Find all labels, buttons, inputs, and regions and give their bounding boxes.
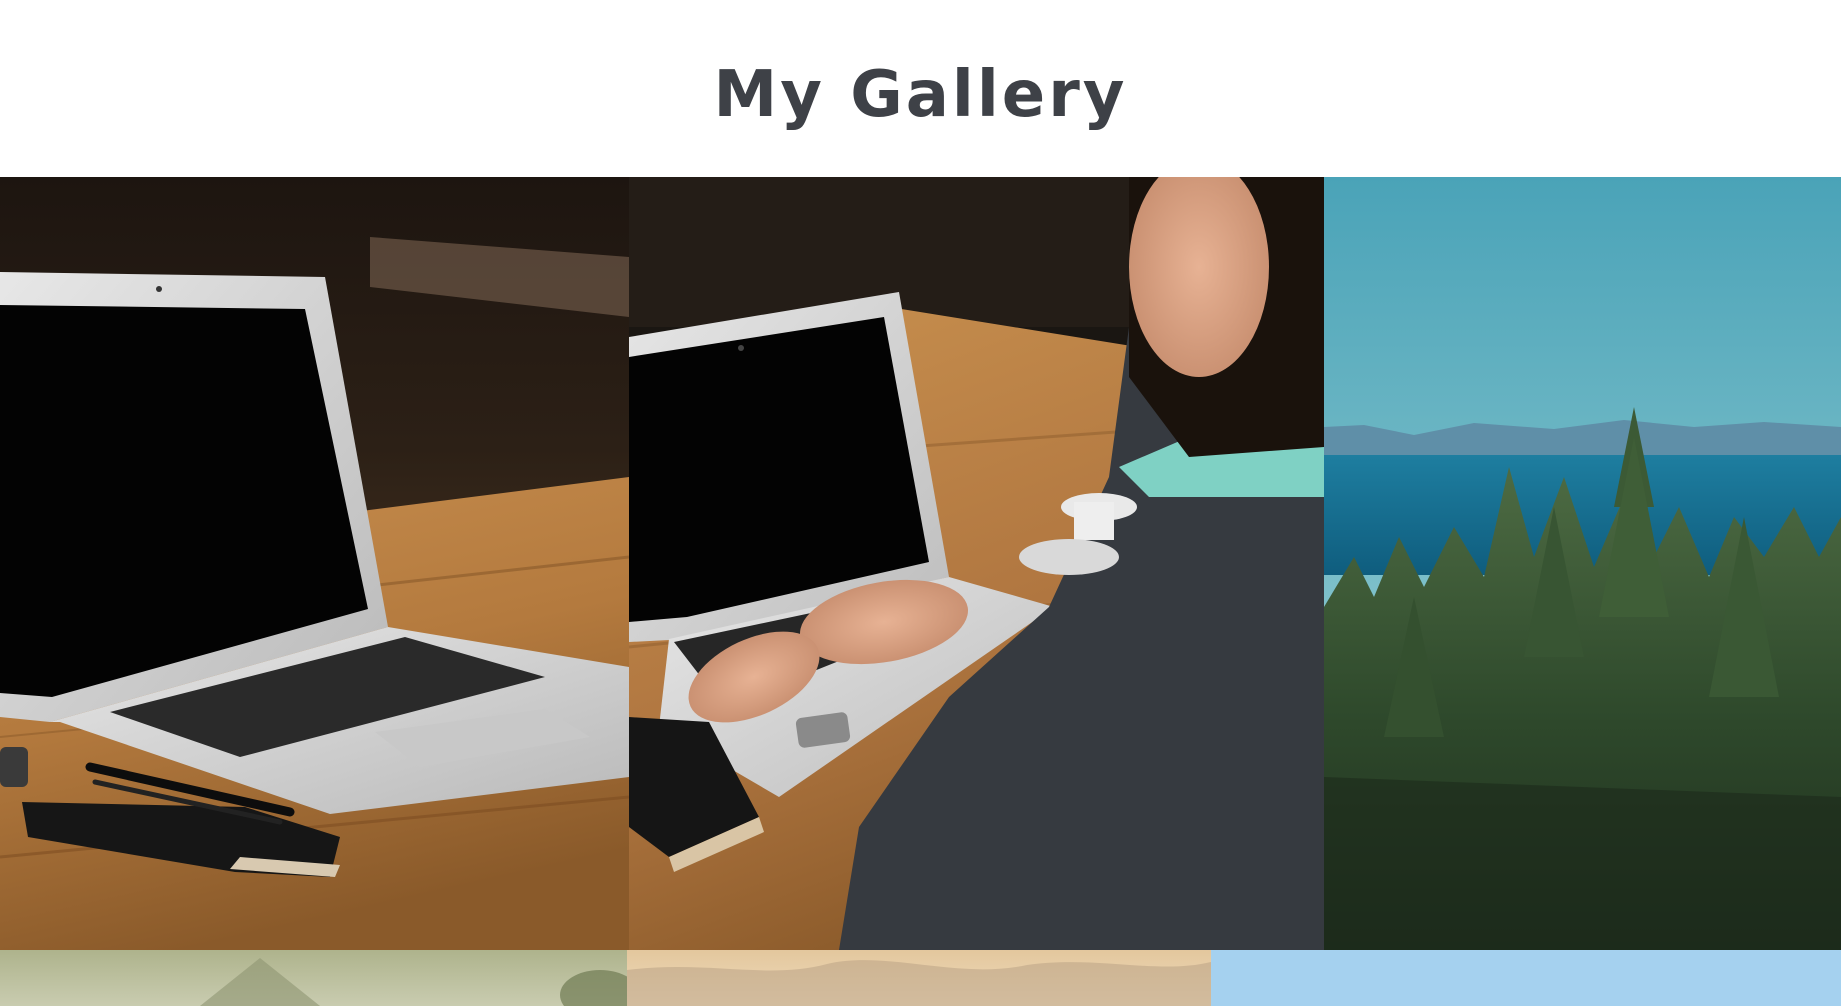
page-title: My Gallery xyxy=(713,58,1128,132)
gallery-photo-laptop[interactable] xyxy=(0,177,629,950)
gallery-photo-person-typing[interactable] xyxy=(629,177,1324,950)
gallery-photo-hazy-hills[interactable] xyxy=(0,950,627,1006)
person-typing-photo-image xyxy=(629,177,1324,950)
gallery-photo-sunset-clouds[interactable] xyxy=(627,950,1211,1006)
gallery-header: My Gallery xyxy=(0,0,1841,177)
gallery-photo-blue-sky[interactable] xyxy=(1211,950,1841,1006)
hazy-hills-photo-image xyxy=(0,950,627,1006)
blue-sky-photo-image xyxy=(1211,950,1841,1006)
gallery-photo-forest-sea[interactable] xyxy=(1324,177,1841,950)
laptop-photo-image xyxy=(0,177,629,950)
forest-sea-photo-image xyxy=(1324,177,1841,950)
sunset-clouds-photo-image xyxy=(627,950,1211,1006)
